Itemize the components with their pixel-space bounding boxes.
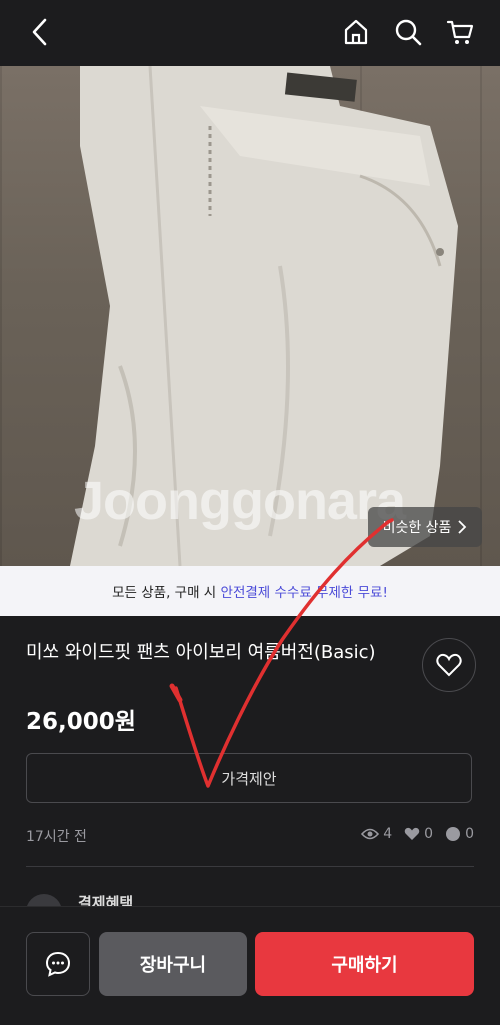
product-stats: 4 0 0 <box>361 826 474 842</box>
likes-count: 0 <box>424 826 434 842</box>
chat-button[interactable] <box>26 932 90 996</box>
search-icon <box>395 19 422 46</box>
top-navigation-bar <box>0 0 500 66</box>
chevron-left-icon <box>32 18 47 46</box>
product-title: 미쏘 와이드핏 팬츠 아이보리 여름버전(Basic) <box>26 642 376 663</box>
like-button[interactable] <box>422 638 476 692</box>
product-photo[interactable]: Joonggonara 비슷한 상품 <box>0 66 500 566</box>
product-price: 26,000원 <box>26 709 136 735</box>
heart-icon <box>436 653 462 677</box>
home-icon <box>344 19 368 45</box>
cart-icon <box>446 20 474 44</box>
chat-icon <box>446 827 461 841</box>
chats-stat: 0 <box>445 826 474 842</box>
similar-products-button[interactable]: 비슷한 상품 <box>368 507 482 547</box>
posted-time: 17시간 전 <box>26 829 87 845</box>
price-offer-button[interactable]: 가격제안 <box>26 753 472 803</box>
search-button[interactable] <box>390 14 426 50</box>
section-divider <box>26 866 474 867</box>
chats-count: 0 <box>465 826 474 842</box>
chat-bubble-icon <box>45 951 71 977</box>
similar-products-label: 비슷한 상품 <box>382 520 452 536</box>
chevron-right-icon <box>458 520 467 534</box>
add-to-cart-button[interactable]: 장바구니 <box>99 932 247 996</box>
cart-button[interactable] <box>442 14 478 50</box>
promo-highlight: 안전결제 수수료 무제한 무료! <box>220 585 388 601</box>
promo-banner[interactable]: 모든 상품, 구매 시 안전결제 수수료 무제한 무료! <box>0 566 500 616</box>
heart-icon <box>404 827 420 840</box>
buy-now-button[interactable]: 구매하기 <box>255 932 474 996</box>
eye-icon <box>361 828 380 840</box>
home-button[interactable] <box>338 14 374 50</box>
views-stat: 4 <box>361 826 392 842</box>
likes-stat: 0 <box>404 826 433 842</box>
views-count: 4 <box>383 826 393 842</box>
watermark-text: Joonggonara <box>74 471 406 531</box>
back-button[interactable] <box>22 14 58 50</box>
promo-text: 모든 상품, 구매 시 <box>112 585 221 601</box>
